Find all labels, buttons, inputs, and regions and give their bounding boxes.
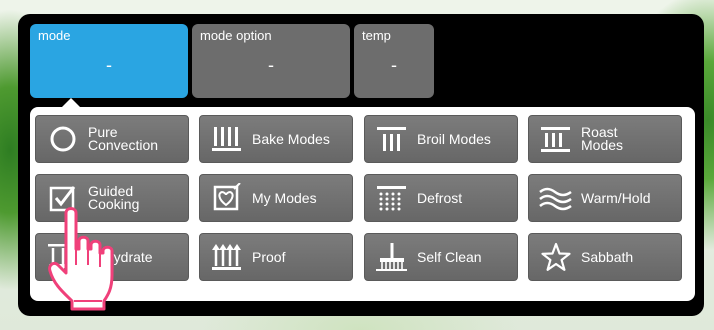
sabbath-label: Sabbath [581, 249, 634, 265]
warm-hold-button[interactable]: Warm/Hold [528, 174, 682, 222]
waves-icon [539, 182, 573, 214]
bake-bars-icon [210, 123, 244, 155]
proof-button[interactable]: Proof [199, 233, 353, 281]
proof-arrows-icon [210, 241, 244, 273]
roast-bars-icon [539, 123, 573, 155]
heart-icon [210, 182, 244, 214]
roast-modes-button[interactable]: Roast Modes [528, 115, 682, 163]
self-clean-label: Self Clean [417, 249, 482, 265]
broil-modes-label: Broil Modes [417, 131, 491, 147]
circle-icon [46, 123, 80, 155]
tab-temp-value: - [391, 55, 397, 75]
pure-convection-label: Pure Convection [88, 124, 159, 153]
tab-mode-option-label: mode option [200, 28, 272, 43]
self-clean-button[interactable]: Self Clean [364, 233, 518, 281]
defrost-dots-icon [375, 182, 409, 214]
mode-selection-panel: Pure Convection Bake Modes Broil Modes Ro… [30, 107, 695, 301]
tab-mode-option[interactable]: mode option - [192, 24, 350, 98]
broil-modes-button[interactable]: Broil Modes [364, 115, 518, 163]
tab-temp-label: temp [362, 28, 391, 43]
star-icon [539, 241, 573, 273]
sabbath-button[interactable]: Sabbath [528, 233, 682, 281]
pure-convection-button[interactable]: Pure Convection [35, 115, 189, 163]
broom-icon [375, 241, 409, 273]
pointing-hand-cursor-icon [48, 207, 114, 311]
defrost-button[interactable]: Defrost [364, 174, 518, 222]
tab-temp[interactable]: temp - [354, 24, 434, 98]
warm-hold-label: Warm/Hold [581, 190, 651, 206]
roast-modes-label: Roast Modes [581, 124, 624, 153]
my-modes-label: My Modes [252, 190, 317, 206]
bake-modes-label: Bake Modes [252, 131, 330, 147]
tab-mode-label: mode [38, 28, 71, 43]
tab-mode-value: - [106, 55, 112, 75]
my-modes-button[interactable]: My Modes [199, 174, 353, 222]
tab-mode-option-value: - [268, 55, 274, 75]
tab-mode[interactable]: mode - [30, 24, 188, 98]
bake-modes-button[interactable]: Bake Modes [199, 115, 353, 163]
defrost-label: Defrost [417, 190, 463, 206]
selection-pointer [62, 98, 80, 107]
proof-label: Proof [252, 249, 286, 265]
broil-icon [375, 123, 409, 155]
